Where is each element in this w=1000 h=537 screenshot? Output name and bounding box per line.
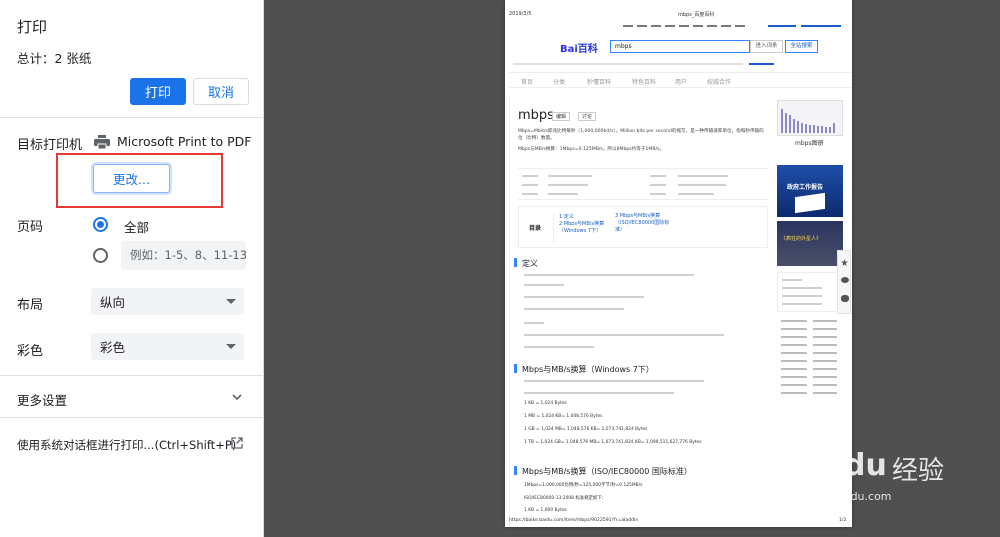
side-link-list (777, 318, 843, 396)
divider (0, 117, 264, 118)
side-banner-1: 政府工作报告 (777, 165, 843, 217)
footer-url: https://baike.baidu.com/item/mbps/902259… (509, 518, 639, 523)
color-label: 彩色 (17, 344, 44, 359)
pages-custom-radio[interactable] (93, 248, 108, 263)
toc-item: 2 Mbps与MB/s换算（Windows 7下） (559, 221, 605, 234)
wechat-icon (841, 277, 849, 283)
conversion-line: 1 TB = 1,024 GB= 1,048,576 MB= 1,073,741… (524, 440, 702, 445)
entry-title: mbps (518, 108, 554, 123)
section-heading: Mbps与MB/s换算（ISO/IEC80000 国际标准） (522, 467, 692, 476)
weibo-icon (841, 295, 849, 302)
conversion-line: 1 KB = 1,000 Bytes (524, 508, 567, 513)
pages-all-radio[interactable] (93, 217, 108, 232)
pages-label: 页码 (17, 220, 44, 235)
page-tab-bar: 首页 分类 秒懂百科 特色百科 用户 权威合作 (509, 72, 852, 88)
article: mbps 编辑 讨论 Mbps=Mbit/s即兆比特每秒（1,000,000bi… (509, 96, 771, 527)
conversion-line: 1Mbps=1,000,000比特/秒=125,000字节/秒=0.125MB/… (524, 483, 643, 488)
discuss-link: 讨论 (578, 112, 597, 121)
page-tab: 特色百科 (632, 79, 657, 86)
enter-entry-button: 进入词条 (750, 40, 783, 53)
page-search-box: mbps (610, 40, 750, 53)
toc-item: 3 Mbps与MB/s换算（ISO/IEC80000国际标准） (615, 213, 670, 233)
search-all-button: 全站搜索 (785, 40, 818, 53)
print-preview-page: 2019/3/5 mbps_百度百科 Bai百科 mbps 进入词条 全站搜索 … (505, 0, 852, 527)
chart-thumb-icon (781, 109, 835, 133)
conversion-line: 1 GB = 1,024 MB= 1,048,576 KB= 1,073,741… (524, 427, 648, 432)
printer-icon (94, 135, 110, 149)
pages-input[interactable]: 例如：1-5、8、11-13 (121, 241, 246, 270)
conversion-line: 1 MB = 1,024 KB= 1,048,576 Bytes (524, 414, 603, 419)
infobox (518, 168, 768, 200)
cancel-button[interactable]: 取消 (193, 78, 249, 105)
color-value: 彩色 (100, 340, 126, 355)
side-chart-thumb (777, 100, 843, 136)
more-settings-toggle[interactable]: 更多设置 (17, 390, 67, 409)
dropdown-caret-icon (226, 299, 236, 304)
top-nav (623, 22, 847, 30)
page-date: 2019/3/5 (509, 11, 532, 17)
page-tab: 分类 (553, 79, 566, 86)
layout-select[interactable]: 纵向 (91, 288, 244, 315)
side-info-box (777, 272, 843, 312)
page-header-title: mbps_百度百科 (678, 12, 715, 18)
watermark-cn: 经验 (892, 456, 945, 486)
star-icon (841, 259, 848, 266)
intro-paragraph: Mbps=Mbit/s即兆比特每秒（1,000,000bit/s），Millio… (518, 129, 764, 141)
pages-all-label: 全部 (124, 220, 150, 235)
system-dialog-link[interactable]: 使用系统对话框进行打印...(Ctrl+Shift+P) (17, 437, 236, 453)
page-tab: 首页 (521, 79, 534, 86)
divider (0, 417, 264, 418)
layout-value: 纵向 (100, 295, 126, 310)
print-button[interactable]: 打印 (130, 78, 186, 105)
page-search-value: mbps (615, 43, 632, 50)
change-printer-button[interactable]: 更改... (93, 164, 170, 193)
print-settings-panel: 打印 总计：2 张纸 打印 取消 目标打印机 Microsoft Print t… (0, 0, 264, 537)
page-tab: 用户 (675, 79, 688, 86)
section-heading: 定义 (522, 259, 538, 268)
conversion-line: 1 KB = 1,024 Bytes (524, 401, 567, 406)
color-select[interactable]: 彩色 (91, 333, 244, 360)
banner-2-text: 《疯狂的外星人》 (781, 236, 822, 242)
toc-item: 1 定义 (559, 214, 574, 220)
divider (0, 375, 264, 376)
dialog-title: 打印 (17, 18, 48, 36)
toc-title: 目录 (529, 225, 542, 232)
pages-placeholder: 例如：1-5、8、11-13 (130, 248, 246, 262)
edit-link: 编辑 (552, 112, 571, 121)
sheet-total: 总计：2 张纸 (17, 51, 92, 66)
page-number: 1/2 (839, 518, 847, 523)
toc-box: 目录 1 定义 2 Mbps与MB/s换算（Windows 7下） 3 Mbps… (518, 206, 768, 248)
printer-name: Microsoft Print to PDF (117, 134, 252, 149)
side-banner-2: 《疯狂的外星人》 (777, 221, 843, 266)
section-heading: Mbps与MB/s换算（Windows 7下） (522, 365, 654, 374)
layout-label: 布局 (17, 298, 44, 313)
page-tab: 权威合作 (707, 79, 732, 86)
destination-label: 目标打印机 (17, 138, 83, 153)
banner-1-text: 政府工作报告 (787, 184, 824, 191)
page-tab: 秒懂百科 (587, 79, 612, 86)
conversion-line: ISO/IEC80000-13:2008 标准规定如下： (524, 496, 607, 501)
side-toolbar (837, 250, 851, 314)
baike-logo: Bai百科 (560, 44, 598, 55)
dropdown-caret-icon (226, 344, 236, 349)
intro-paragraph-2: Mbps与MB/s换算：1Mbps=0.125MB/s，所以8Mbps约等于1M… (518, 147, 665, 152)
open-external-icon[interactable] (231, 437, 243, 449)
chevron-down-icon[interactable] (232, 392, 242, 402)
side-caption: mbps图册 (795, 140, 824, 147)
